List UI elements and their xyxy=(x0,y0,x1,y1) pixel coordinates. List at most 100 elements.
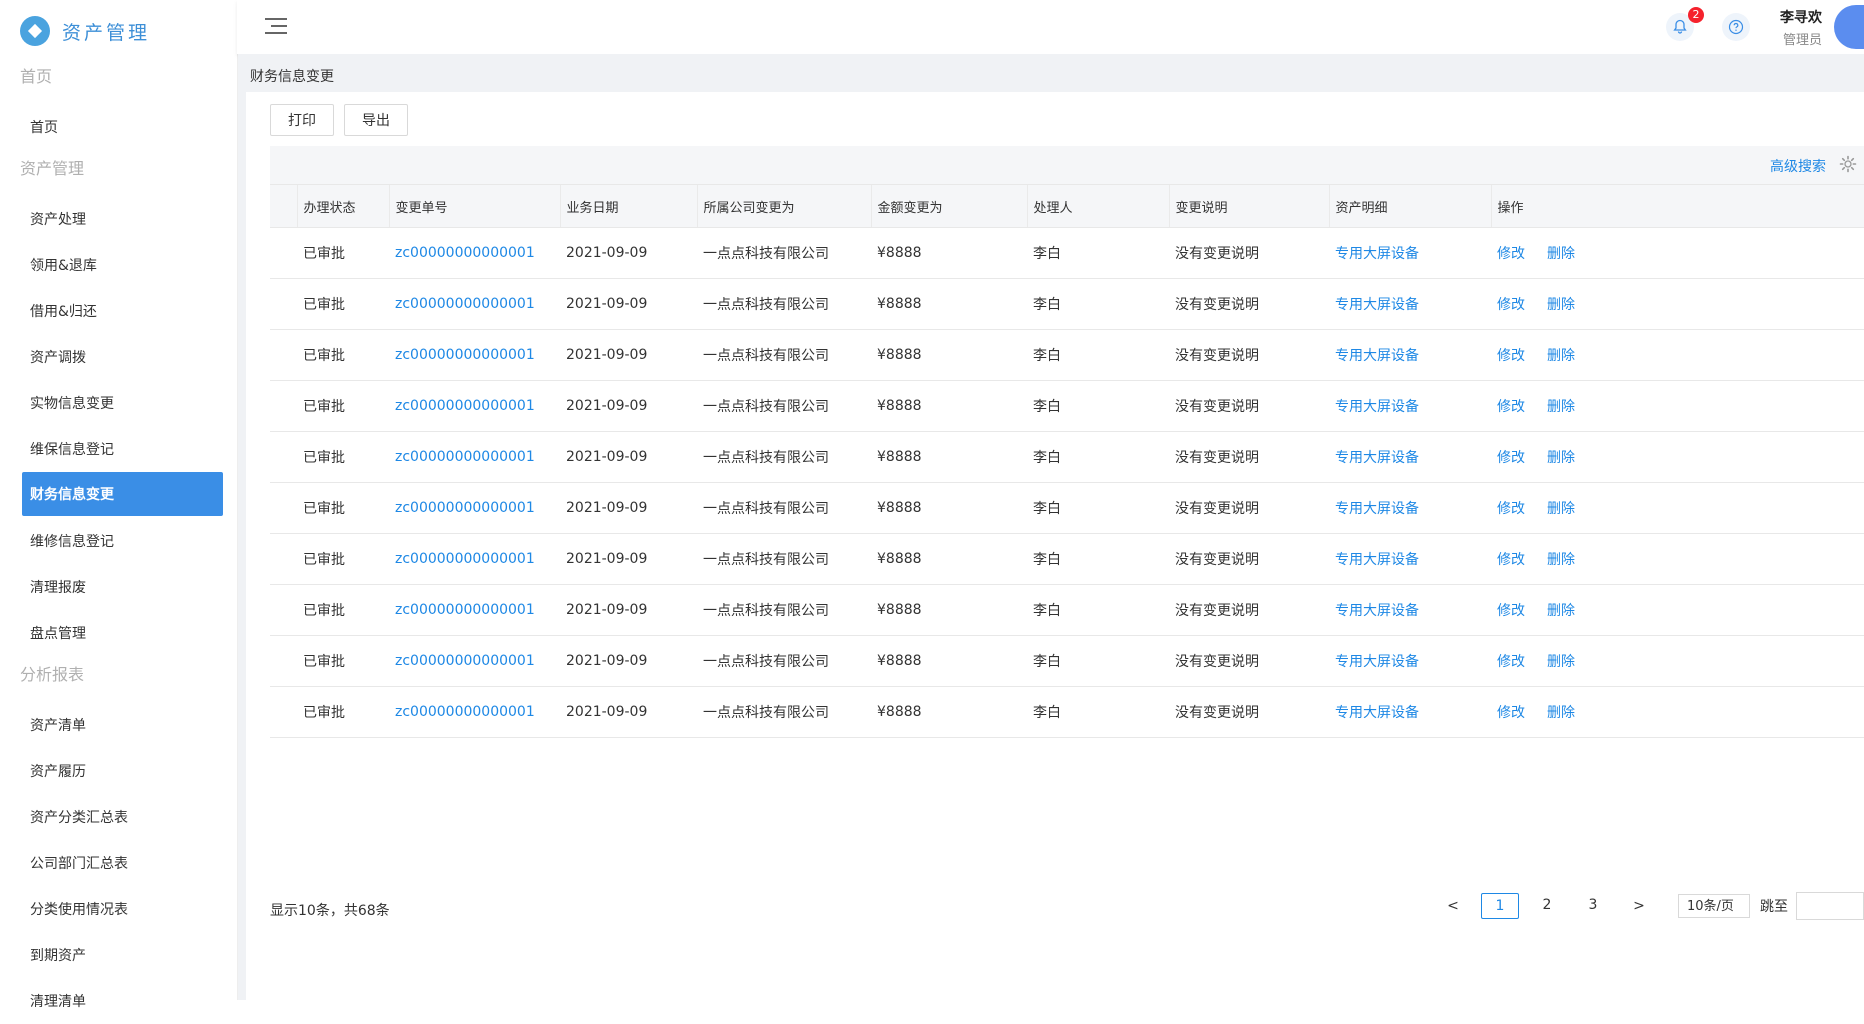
sidebar-item[interactable]: 维修信息登记 xyxy=(22,518,223,564)
asset-detail-link[interactable]: 专用大屏设备 xyxy=(1335,654,1419,670)
sidebar-item[interactable]: 资产清单 xyxy=(22,702,223,748)
table-cell: 专用大屏设备 xyxy=(1329,380,1491,432)
sidebar-item[interactable]: 领用&退库 xyxy=(22,242,223,288)
sidebar-item[interactable]: 清理清单 xyxy=(22,978,223,1024)
delete-link[interactable]: 删除 xyxy=(1547,348,1575,364)
table-cell: 一点点科技有限公司 xyxy=(697,329,871,381)
order-number-link[interactable]: zc00000000000001 xyxy=(395,653,535,669)
delete-link[interactable]: 删除 xyxy=(1547,246,1575,262)
sidebar-item[interactable]: 分类使用情况表 xyxy=(22,886,223,932)
order-number-link[interactable]: zc00000000000001 xyxy=(395,296,535,312)
order-number-link[interactable]: zc00000000000001 xyxy=(395,398,535,414)
prev-page-button[interactable]: < xyxy=(1435,894,1471,918)
advanced-search-link[interactable]: 高级搜索 xyxy=(1770,156,1826,176)
order-number-link[interactable]: zc00000000000001 xyxy=(395,347,535,363)
edit-link[interactable]: 修改 xyxy=(1497,399,1525,415)
menu-fold-icon[interactable] xyxy=(265,18,287,36)
table-cell: 李白 xyxy=(1027,329,1169,381)
notification-button[interactable]: 2 xyxy=(1666,7,1704,41)
sidebar-item[interactable]: 资产调拨 xyxy=(22,334,223,380)
sidebar-item[interactable]: 财务信息变更 xyxy=(22,472,223,516)
asset-detail-link[interactable]: 专用大屏设备 xyxy=(1335,501,1419,517)
table-row: 已审批 zc00000000000001 2021-09-09 一点点科技有限公司 ¥8… xyxy=(270,278,1864,330)
asset-detail-link[interactable]: 专用大屏设备 xyxy=(1335,450,1419,466)
cell-date: 2021-09-09 xyxy=(566,296,648,312)
sidebar-item[interactable]: 资产分类汇总表 xyxy=(22,794,223,840)
cell-company: 一点点科技有限公司 xyxy=(703,348,829,364)
edit-link[interactable]: 修改 xyxy=(1497,552,1525,568)
asset-detail-link[interactable]: 专用大屏设备 xyxy=(1335,552,1419,568)
order-number-link[interactable]: zc00000000000001 xyxy=(395,245,535,261)
order-number-link[interactable]: zc00000000000001 xyxy=(395,704,535,720)
sidebar-item[interactable]: 盘点管理 xyxy=(22,610,223,656)
table-cell: 2021-09-09 xyxy=(560,329,697,381)
table-cell: 一点点科技有限公司 xyxy=(697,278,871,330)
avatar[interactable] xyxy=(1834,5,1864,49)
help-button[interactable] xyxy=(1722,13,1750,41)
delete-link[interactable]: 删除 xyxy=(1547,603,1575,619)
cell-note: 没有变更说明 xyxy=(1175,297,1259,313)
edit-link[interactable]: 修改 xyxy=(1497,450,1525,466)
sidebar-item[interactable]: 资产履历 xyxy=(22,748,223,794)
cell-handler: 李白 xyxy=(1033,297,1061,313)
sidebar-item[interactable]: 首页 xyxy=(22,104,223,150)
jump-page-input[interactable] xyxy=(1796,892,1864,920)
asset-detail-link[interactable]: 专用大屏设备 xyxy=(1335,348,1419,364)
export-button[interactable]: 导出 xyxy=(344,104,408,136)
delete-link[interactable]: 删除 xyxy=(1547,552,1575,568)
edit-link[interactable]: 修改 xyxy=(1497,654,1525,670)
sidebar-item[interactable]: 借用&归还 xyxy=(22,288,223,334)
page-size-select[interactable]: 10条/页 xyxy=(1678,894,1750,918)
table-cell: 2021-09-09 xyxy=(560,228,697,279)
edit-link[interactable]: 修改 xyxy=(1497,297,1525,313)
sidebar-item[interactable]: 维保信息登记 xyxy=(22,426,223,472)
table-cell-actions: 修改 删除 xyxy=(1491,380,1864,432)
app-logo[interactable]: 资产管理 xyxy=(20,16,150,46)
cell-status: 已审批 xyxy=(303,705,345,721)
table-cell: 已审批 xyxy=(297,482,389,534)
page-number-button[interactable]: 2 xyxy=(1529,893,1565,917)
table-cell: ¥8888 xyxy=(871,380,1027,432)
edit-link[interactable]: 修改 xyxy=(1497,246,1525,262)
row-spacer-cell xyxy=(270,329,297,381)
sidebar-item[interactable]: 资产处理 xyxy=(22,196,223,242)
asset-detail-link[interactable]: 专用大屏设备 xyxy=(1335,297,1419,313)
delete-link[interactable]: 删除 xyxy=(1547,450,1575,466)
user-info[interactable]: 李寻欢 管理员 xyxy=(1780,7,1822,48)
order-number-link[interactable]: zc00000000000001 xyxy=(395,602,535,618)
order-number-link[interactable]: zc00000000000001 xyxy=(395,551,535,567)
delete-link[interactable]: 删除 xyxy=(1547,501,1575,517)
cell-company: 一点点科技有限公司 xyxy=(703,246,829,262)
asset-detail-link[interactable]: 专用大屏设备 xyxy=(1335,705,1419,721)
edit-link[interactable]: 修改 xyxy=(1497,603,1525,619)
print-button[interactable]: 打印 xyxy=(270,104,334,136)
asset-detail-link[interactable]: 专用大屏设备 xyxy=(1335,399,1419,415)
order-number-link[interactable]: zc00000000000001 xyxy=(395,500,535,516)
edit-link[interactable]: 修改 xyxy=(1497,705,1525,721)
edit-link[interactable]: 修改 xyxy=(1497,501,1525,517)
next-page-button[interactable]: > xyxy=(1621,894,1657,918)
delete-link[interactable]: 删除 xyxy=(1547,654,1575,670)
asset-detail-link[interactable]: 专用大屏设备 xyxy=(1335,603,1419,619)
sidebar-item[interactable]: 实物信息变更 xyxy=(22,380,223,426)
bell-icon xyxy=(1673,19,1687,34)
order-number-link[interactable]: zc00000000000001 xyxy=(395,449,535,465)
page-number-button[interactable]: 1 xyxy=(1481,893,1519,919)
delete-link[interactable]: 删除 xyxy=(1547,297,1575,313)
delete-link[interactable]: 删除 xyxy=(1547,705,1575,721)
table-cell: 李白 xyxy=(1027,431,1169,483)
edit-link[interactable]: 修改 xyxy=(1497,348,1525,364)
cell-note: 没有变更说明 xyxy=(1175,348,1259,364)
cell-note: 没有变更说明 xyxy=(1175,603,1259,619)
table-cell: 一点点科技有限公司 xyxy=(697,635,871,687)
delete-link[interactable]: 删除 xyxy=(1547,399,1575,415)
sidebar-item[interactable]: 公司部门汇总表 xyxy=(22,840,223,886)
cell-status: 已审批 xyxy=(303,603,345,619)
table-row: 已审批 zc00000000000001 2021-09-09 一点点科技有限公司 ¥8… xyxy=(270,635,1864,687)
asset-detail-link[interactable]: 专用大屏设备 xyxy=(1335,246,1419,262)
gear-icon[interactable] xyxy=(1838,154,1858,174)
sidebar-item[interactable]: 清理报废 xyxy=(22,564,223,610)
cell-date: 2021-09-09 xyxy=(566,245,648,261)
sidebar-item[interactable]: 到期资产 xyxy=(22,932,223,978)
page-number-button[interactable]: 3 xyxy=(1575,893,1611,917)
